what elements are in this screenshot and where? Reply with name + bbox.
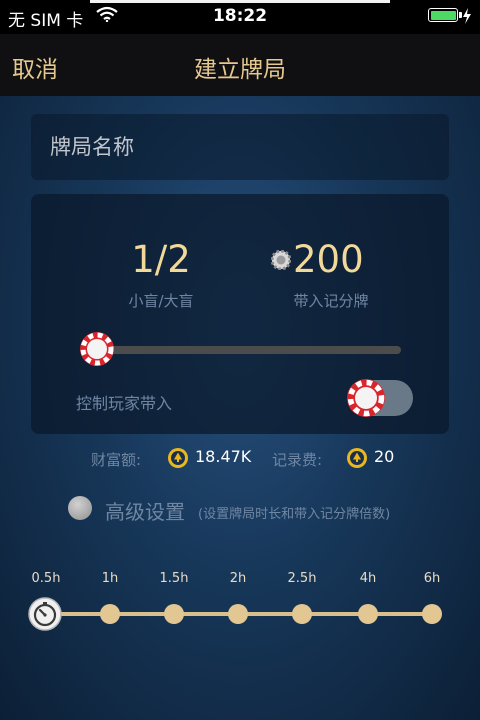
duration-option-6h[interactable]	[422, 604, 442, 624]
advanced-settings-radio[interactable]	[68, 496, 92, 520]
duration-label: 1h	[101, 571, 119, 586]
status-bar: 无 SIM 卡 18:22	[0, 0, 480, 34]
duration-label: 6h	[423, 571, 441, 586]
duration-label: 1.5h	[159, 571, 189, 586]
toggle-chip-knob[interactable]	[346, 378, 386, 418]
wealth-label: 财富额:	[91, 451, 142, 469]
chip-icon	[271, 250, 291, 270]
blind-slider-track[interactable]	[83, 346, 401, 354]
duration-option-2h[interactable]	[228, 604, 248, 624]
buyin-label: 带入记分牌	[293, 292, 369, 310]
fee-value: 20	[374, 447, 395, 466]
blinds-value: 1/2	[131, 238, 191, 281]
status-time: 18:22	[212, 6, 268, 26]
gold-coin-icon	[347, 448, 367, 468]
advanced-settings-note: (设置牌局时长和带入记分牌倍数)	[198, 507, 391, 522]
control-buyin-label: 控制玩家带入	[76, 394, 173, 413]
blind-slider-chip-thumb[interactable]	[79, 331, 115, 367]
control-buyin-toggle[interactable]	[347, 379, 413, 417]
duration-label: 2.5h	[287, 571, 317, 586]
wealth-value: 18.47K	[195, 447, 252, 466]
duration-label: 4h	[359, 571, 377, 586]
page-title: 建立牌局	[194, 57, 286, 83]
duration-option-1.5h[interactable]	[164, 604, 184, 624]
fee-label: 记录费:	[272, 451, 323, 469]
charging-bolt-icon	[463, 8, 471, 24]
duration-option-2.5h[interactable]	[292, 604, 312, 624]
stopwatch-icon[interactable]	[28, 597, 62, 631]
duration-option-1h[interactable]	[100, 604, 120, 624]
duration-label: 2h	[229, 571, 247, 586]
battery-icon	[428, 8, 462, 22]
advanced-settings-label[interactable]: 高级设置	[105, 496, 185, 525]
gold-coin-icon	[168, 448, 188, 468]
settings-panel: 1/2 小盲/大盲 200 带入记分牌 控制玩家带入	[31, 194, 449, 434]
duration-label: 0.5h	[31, 571, 61, 586]
table-name-field	[31, 114, 449, 180]
buyin-value: 200	[293, 238, 364, 281]
status-top-line	[90, 0, 390, 3]
duration-option-4h[interactable]	[358, 604, 378, 624]
nav-bar: 取消 建立牌局	[0, 34, 480, 96]
table-name-input[interactable]	[31, 114, 449, 180]
blinds-label: 小盲/大盲	[128, 292, 194, 310]
